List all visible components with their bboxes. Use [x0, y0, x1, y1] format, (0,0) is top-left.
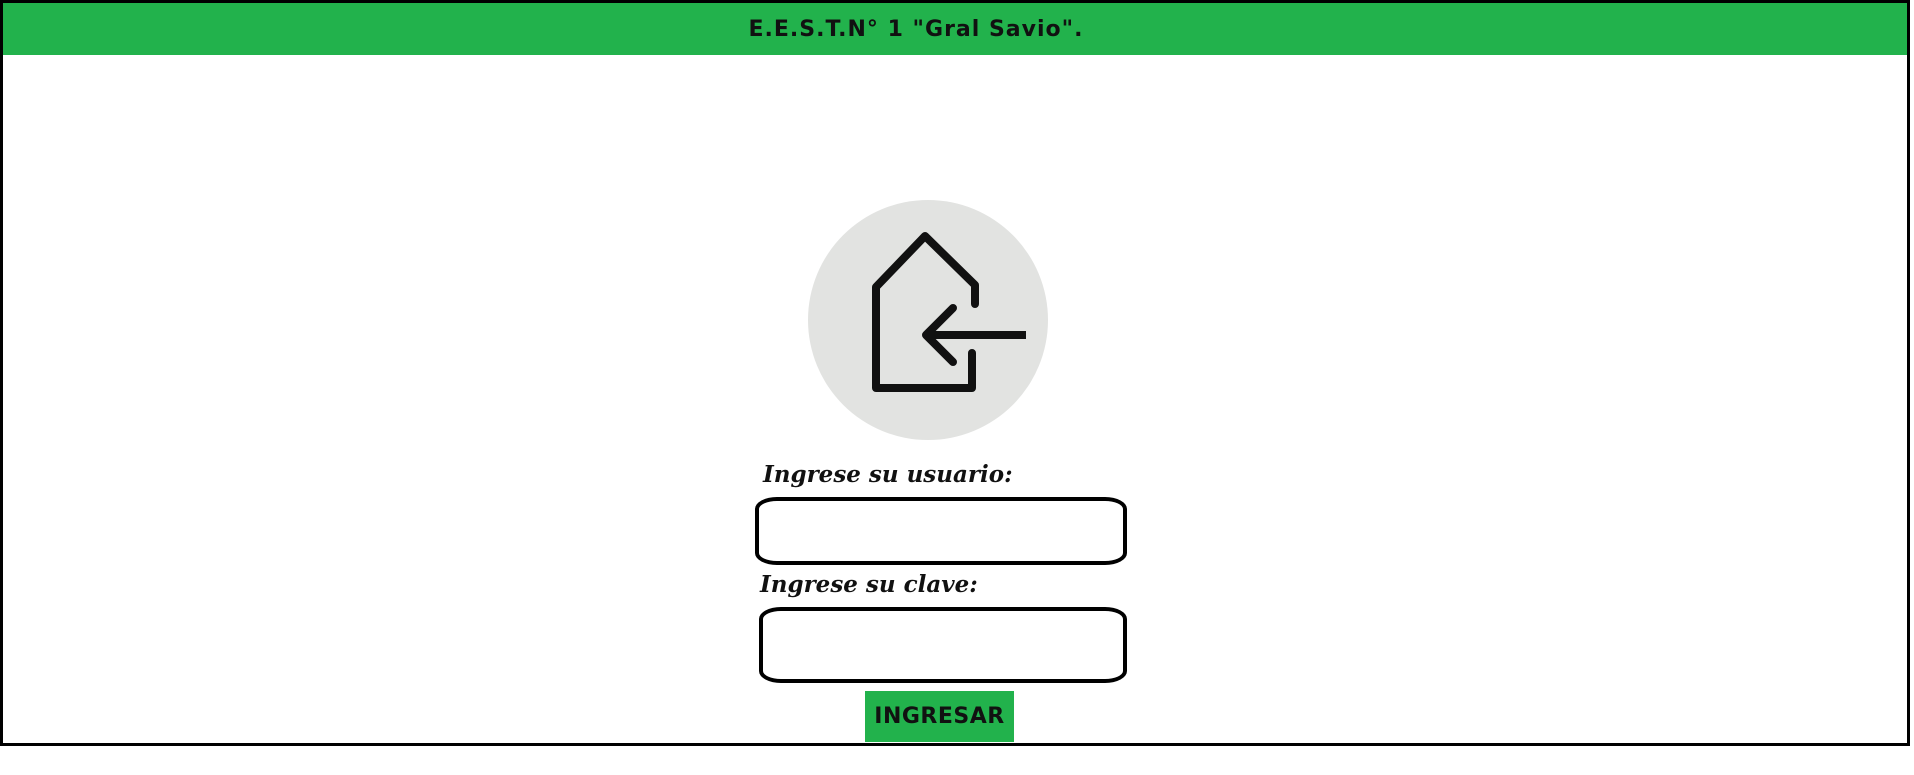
password-input[interactable]	[759, 607, 1127, 683]
header-title: E.E.S.T.N° 1 "Gral Savio".	[748, 16, 1084, 42]
login-icon-circle	[808, 200, 1048, 440]
login-home-arrow-icon	[872, 232, 1026, 392]
header-bar: E.E.S.T.N° 1 "Gral Savio".	[3, 3, 1907, 55]
app-frame: E.E.S.T.N° 1 "Gral Savio". Ingrese su us…	[0, 0, 1910, 746]
login-button[interactable]: INGRESAR	[865, 691, 1014, 742]
username-label: Ingrese su usuario:	[763, 461, 1013, 488]
username-input[interactable]	[755, 497, 1127, 565]
password-label: Ingrese su clave:	[760, 571, 978, 598]
